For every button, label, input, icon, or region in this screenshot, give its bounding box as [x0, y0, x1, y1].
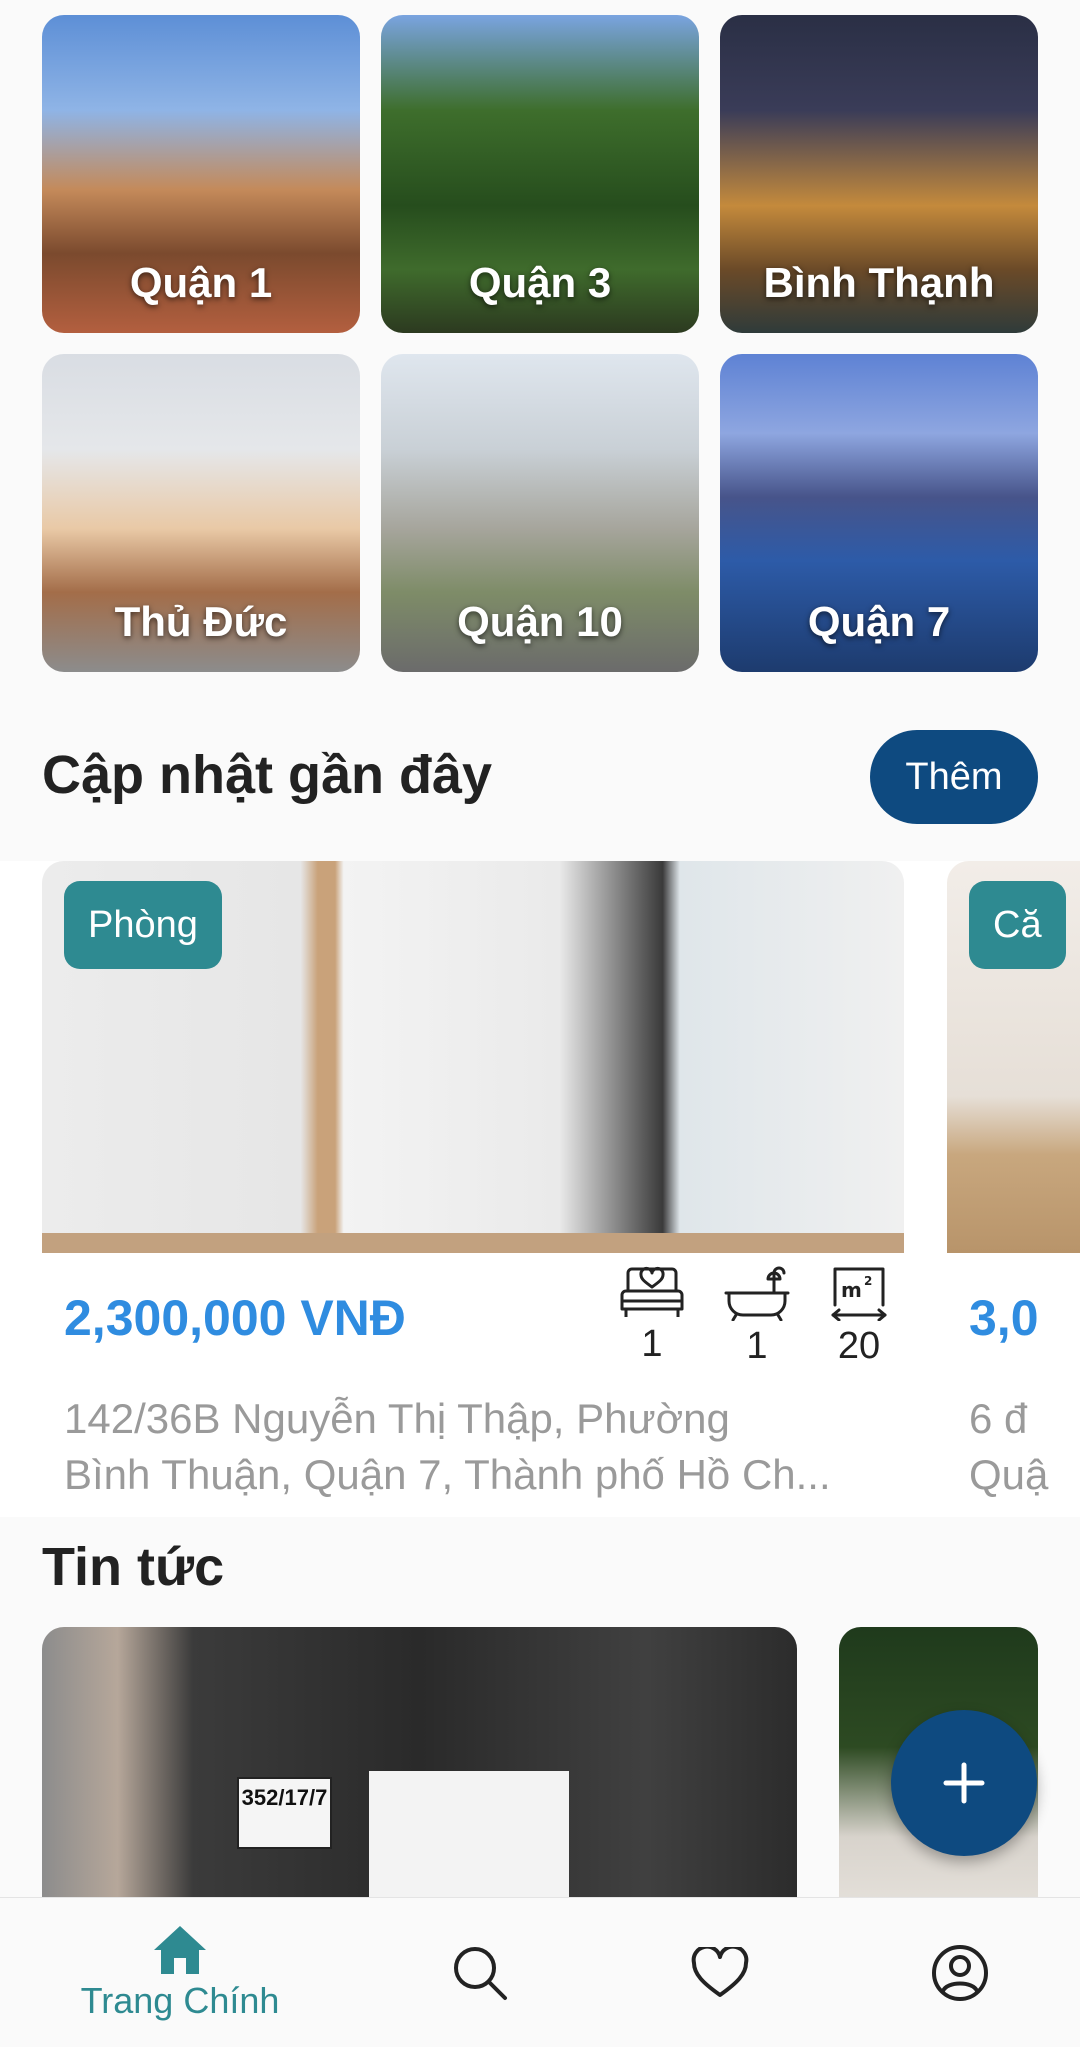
area-m2-icon: m 2	[831, 1267, 887, 1321]
area-value: 20	[837, 1325, 881, 1367]
district-grid: Quận 1 Quận 3 Bình Thạnh Thủ Đức Quận 10…	[42, 15, 1038, 672]
svg-text:m: m	[841, 1278, 862, 1302]
svg-text:2: 2	[864, 1274, 872, 1288]
recent-section-header: Cập nhật gần đây Thêm	[42, 730, 1038, 824]
district-label: Quận 7	[807, 598, 951, 645]
news-card[interactable]: 352/17/7	[42, 1627, 797, 1897]
district-card-quan-3[interactable]: Quận 3	[381, 15, 699, 333]
news-section-title: Tin tức	[42, 1537, 225, 1597]
address-line-1: 6 đ	[969, 1395, 1028, 1442]
address-line-1: 142/36B Nguyễn Thị Thập, Phường	[64, 1395, 730, 1442]
home-icon	[154, 1926, 206, 1974]
add-listing-button[interactable]	[891, 1710, 1037, 1856]
listing-price: 2,300,000 VNĐ	[64, 1290, 406, 1346]
bathroom-count: 1	[746, 1325, 768, 1367]
floor-strip	[42, 1233, 904, 1253]
listing-card[interactable]: Că 3,0 6 đ Quậ	[947, 861, 1080, 1517]
bathroom-feature: 1	[722, 1265, 792, 1368]
nav-profile[interactable]	[900, 1898, 1020, 2047]
district-label: Quận 10	[457, 598, 623, 645]
more-button[interactable]: Thêm	[870, 730, 1038, 824]
district-label: Bình Thạnh	[763, 259, 995, 306]
news-photo-note	[369, 1771, 569, 1897]
nav-home-label: Trang Chính	[80, 1980, 280, 2021]
search-icon	[454, 1947, 507, 2000]
district-card-quan-1[interactable]: Quận 1	[42, 15, 360, 333]
nav-search[interactable]	[420, 1898, 540, 2047]
district-card-thu-duc[interactable]: Thủ Đức	[42, 354, 360, 672]
news-sign: 352/17/7	[237, 1777, 332, 1849]
bottom-navigation: Trang Chính	[0, 1897, 1080, 2047]
listing-card[interactable]: Phòng 2,300,000 VNĐ 1 1 m 2 20 142/36B N…	[42, 861, 904, 1517]
bedroom-count: 1	[641, 1323, 663, 1365]
listing-carousel[interactable]: Phòng 2,300,000 VNĐ 1 1 m 2 20 142/36B N…	[0, 861, 1080, 1517]
district-label: Thủ Đức	[114, 598, 288, 645]
listing-price: 3,0	[969, 1290, 1039, 1346]
listing-type-badge: Phòng	[64, 881, 222, 969]
district-label: Quận 1	[129, 259, 273, 306]
bedroom-feature: 1	[617, 1265, 687, 1366]
district-label: Quận 3	[468, 259, 612, 306]
listing-address: 142/36B Nguyễn Thị Thập, Phường Bình Thu…	[64, 1391, 884, 1503]
address-line-2: Bình Thuận, Quận 7, Thành phố Hồ Ch...	[64, 1451, 831, 1498]
listing-type-badge: Că	[969, 881, 1066, 969]
user-circle-icon	[932, 1945, 988, 2001]
district-card-quan-10[interactable]: Quận 10	[381, 354, 699, 672]
nav-favorites[interactable]	[660, 1898, 780, 2047]
heart-icon	[691, 1947, 749, 1997]
area-feature: m 2 20	[824, 1265, 894, 1368]
recent-section-title: Cập nhật gần đây	[42, 745, 493, 805]
district-card-quan-7[interactable]: Quận 7	[720, 354, 1038, 672]
plus-icon	[943, 1762, 985, 1804]
district-card-binh-thanh[interactable]: Bình Thạnh	[720, 15, 1038, 333]
nav-home[interactable]: Trang Chính	[60, 1898, 300, 2047]
bed-icon	[620, 1266, 684, 1317]
bathtub-icon	[724, 1266, 790, 1321]
listing-address: 6 đ Quậ	[969, 1391, 1080, 1503]
address-line-2: Quậ	[969, 1451, 1049, 1498]
